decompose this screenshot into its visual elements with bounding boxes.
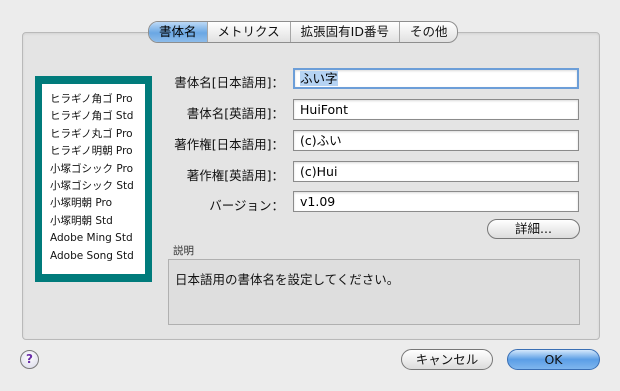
font-item: Adobe Song Std — [50, 249, 134, 262]
copyright-en-label: 著作権[英語用]： — [186, 168, 284, 183]
name-en-field[interactable]: HuiFont — [293, 99, 579, 120]
font-item: Adobe Ming Std — [50, 232, 133, 245]
name-en-label: 書体名[英語用]： — [186, 106, 284, 121]
cancel-button[interactable]: キャンセル — [401, 349, 493, 370]
tab-bar: 書体名 メトリクス 拡張固有ID番号 その他 — [148, 21, 459, 43]
ok-button[interactable]: OK — [507, 349, 600, 370]
tab-other[interactable]: その他 — [400, 22, 458, 42]
copyright-en-field[interactable]: (c)Hui — [293, 161, 579, 182]
description-title: 説明 — [173, 245, 194, 257]
details-button[interactable]: 詳細... — [487, 219, 580, 239]
name-ja-field[interactable]: ふい字 — [293, 68, 579, 89]
version-label: バージョン： — [209, 198, 284, 213]
description-box: 日本語用の書体名を設定してください。 — [168, 259, 580, 325]
font-item: ヒラギノ角ゴ Pro — [50, 93, 133, 105]
font-item: 小塚ゴシック Std — [50, 180, 134, 193]
copyright-ja-field[interactable]: (c)ふい — [293, 130, 579, 151]
font-item: ヒラギノ角ゴ Std — [50, 110, 134, 123]
help-icon[interactable]: ? — [20, 350, 39, 369]
font-item: 小塚明朝 Pro — [50, 197, 112, 210]
tab-extended-id[interactable]: 拡張固有ID番号 — [291, 22, 400, 42]
font-item: 小塚明朝 Std — [50, 214, 113, 227]
tab-font-name[interactable]: 書体名 — [149, 22, 208, 42]
description-text: 日本語用の書体名を設定してください。 — [175, 272, 400, 287]
font-preview-list: ヒラギノ角ゴ Pro ヒラギノ角ゴ Std ヒラギノ丸ゴ Pro ヒラギノ明朝 … — [42, 84, 145, 274]
font-item: 小塚ゴシック Pro — [50, 162, 133, 175]
copyright-ja-label: 著作権[日本語用]： — [174, 137, 284, 152]
name-ja-label: 書体名[日本語用]： — [174, 75, 284, 90]
version-field[interactable]: v1.09 — [293, 191, 579, 212]
tab-metrics[interactable]: メトリクス — [208, 22, 291, 42]
font-item: ヒラギノ丸ゴ Pro — [50, 127, 133, 140]
font-item: ヒラギノ明朝 Pro — [50, 145, 133, 158]
name-ja-value: ふい字 — [300, 71, 338, 86]
font-preview-frame: ヒラギノ角ゴ Pro ヒラギノ角ゴ Std ヒラギノ丸ゴ Pro ヒラギノ明朝 … — [35, 76, 152, 282]
